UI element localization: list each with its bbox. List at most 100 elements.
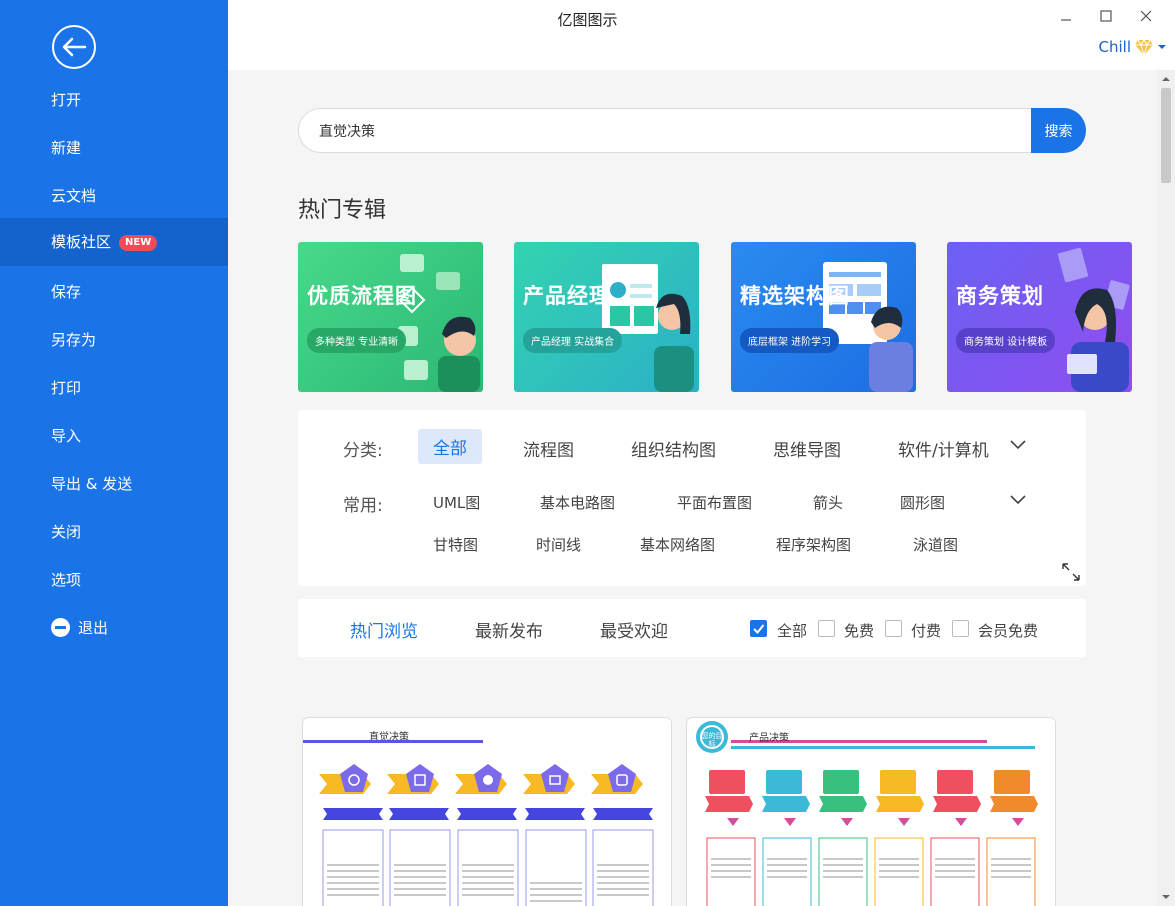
filter-vip-free-label: 会员免费 bbox=[978, 622, 1039, 640]
filter-all-checkbox[interactable] bbox=[750, 620, 767, 637]
banner-product-manager[interactable]: 产品经理 产品经理 实战集合 bbox=[514, 242, 699, 392]
sidebar-item-print[interactable]: 打印 bbox=[0, 364, 228, 412]
common-timeline[interactable]: 时间线 bbox=[536, 534, 581, 555]
sidebar-item-label: 导出 & 发送 bbox=[51, 475, 133, 493]
minimize-icon bbox=[1061, 19, 1071, 21]
sidebar-item-label: 云文档 bbox=[51, 187, 97, 205]
common-gantt[interactable]: 甘特图 bbox=[433, 534, 478, 555]
banner-business-planning[interactable]: 商务策划 商务策划 设计模板 bbox=[947, 242, 1132, 392]
expand-icon[interactable] bbox=[1061, 562, 1081, 582]
banner-subtitle: 商务策划 设计模板 bbox=[956, 328, 1056, 353]
banner-title: 产品经理 bbox=[523, 284, 611, 308]
username: Chill bbox=[1098, 38, 1131, 56]
minus-circle-icon bbox=[51, 618, 70, 637]
common-program-architecture[interactable]: 程序架构图 bbox=[776, 534, 851, 555]
sidebar-item-template-community[interactable]: 模板社区 NEW bbox=[0, 218, 228, 266]
hot-albums-title: 热门专辑 bbox=[298, 198, 387, 223]
vertical-scrollbar[interactable] bbox=[1157, 70, 1175, 906]
caret-down-icon bbox=[1158, 45, 1166, 49]
chevron-down-icon[interactable] bbox=[1009, 494, 1027, 506]
card-badge: 您的目标 bbox=[701, 732, 723, 748]
title-bar: 亿图图示 Chill bbox=[228, 0, 1175, 70]
card-title: 产品决策 bbox=[749, 733, 789, 744]
diamond-vip-icon bbox=[1135, 39, 1153, 56]
banner-title: 商务策划 bbox=[956, 284, 1044, 308]
category-flowchart[interactable]: 流程图 bbox=[523, 436, 574, 461]
flowchart-illustration bbox=[398, 254, 480, 392]
category-label: 分类: bbox=[343, 441, 383, 461]
banner-flowchart[interactable]: 优质流程图 多种类型 专业清晰 bbox=[298, 242, 483, 392]
category-software[interactable]: 软件/计算机 bbox=[898, 436, 989, 461]
common-arrow[interactable]: 箭头 bbox=[813, 492, 843, 513]
arrow-left-icon bbox=[62, 37, 87, 57]
filter-paid-checkbox[interactable] bbox=[885, 620, 902, 637]
common-circle-chart[interactable]: 圆形图 bbox=[900, 492, 945, 513]
sort-tab-panel: 热门浏览 最新发布 最受欢迎 全部 免费 付费 会员免费 bbox=[298, 599, 1086, 657]
sidebar-item-save-as[interactable]: 另存为 bbox=[0, 316, 228, 364]
scroll-up-icon[interactable] bbox=[1157, 72, 1175, 86]
back-button[interactable] bbox=[52, 25, 96, 69]
template-card[interactable]: 您的目标 产品决策 bbox=[686, 717, 1056, 906]
common-floor-plan[interactable]: 平面布置图 bbox=[677, 492, 752, 513]
filter-panel: 分类: 全部 流程图 组织结构图 思维导图 软件/计算机 常用: UML图 基本… bbox=[298, 410, 1086, 586]
banner-subtitle: 产品经理 实战集合 bbox=[523, 328, 623, 353]
scroll-down-icon[interactable] bbox=[1157, 890, 1175, 904]
banner-title: 精选架构图 bbox=[740, 284, 850, 308]
maximize-icon bbox=[1100, 10, 1112, 22]
chevron-down-icon[interactable] bbox=[1009, 439, 1027, 451]
search-box bbox=[298, 108, 1031, 153]
sidebar-item-label: 导入 bbox=[51, 427, 82, 445]
sidebar-item-save[interactable]: 保存 bbox=[0, 268, 228, 316]
sidebar-item-export-send[interactable]: 导出 & 发送 bbox=[0, 460, 228, 508]
sidebar-item-cloud-docs[interactable]: 云文档 bbox=[0, 172, 228, 220]
common-basic-network[interactable]: 基本网络图 bbox=[640, 534, 715, 555]
filter-vip-free-checkbox[interactable] bbox=[952, 620, 969, 637]
sidebar-item-label: 新建 bbox=[51, 139, 82, 157]
window-title: 亿图图示 bbox=[557, 11, 618, 29]
common-uml[interactable]: UML图 bbox=[433, 492, 480, 513]
filter-paid-label: 付费 bbox=[911, 622, 942, 640]
tab-most-popular[interactable]: 最受欢迎 bbox=[600, 617, 668, 642]
sidebar-item-exit[interactable]: 退出 bbox=[0, 604, 228, 652]
sidebar-item-label: 关闭 bbox=[51, 523, 82, 541]
new-badge: NEW bbox=[119, 235, 158, 251]
sidebar-item-new[interactable]: 新建 bbox=[0, 124, 228, 172]
sidebar-item-open[interactable]: 打开 bbox=[0, 76, 228, 124]
sidebar-item-close[interactable]: 关闭 bbox=[0, 508, 228, 556]
checkmark-icon bbox=[753, 624, 765, 634]
tab-hot[interactable]: 热门浏览 bbox=[350, 617, 418, 642]
banner-subtitle: 多种类型 专业清晰 bbox=[307, 328, 407, 353]
sidebar-item-label: 保存 bbox=[51, 283, 82, 301]
template-thumbnail bbox=[696, 721, 1038, 906]
sidebar-item-import[interactable]: 导入 bbox=[0, 412, 228, 460]
template-card[interactable]: 直觉决策 bbox=[302, 717, 672, 906]
category-mind-map[interactable]: 思维导图 bbox=[773, 436, 841, 461]
common-basic-circuit[interactable]: 基本电路图 bbox=[540, 492, 615, 513]
maximize-button[interactable] bbox=[1091, 4, 1121, 28]
banner-architecture[interactable]: 精选架构图 底层框架 进阶学习 bbox=[731, 242, 916, 392]
filter-all-label: 全部 bbox=[777, 622, 808, 640]
close-button[interactable] bbox=[1131, 4, 1161, 28]
tab-latest[interactable]: 最新发布 bbox=[475, 617, 543, 642]
filter-free-checkbox[interactable] bbox=[818, 620, 835, 637]
search-button[interactable]: 搜索 bbox=[1031, 108, 1086, 153]
product-manager-illustration bbox=[602, 264, 694, 392]
sidebar-item-label: 选项 bbox=[51, 571, 82, 589]
user-menu[interactable]: Chill bbox=[1099, 38, 1167, 56]
sidebar-item-label: 另存为 bbox=[51, 331, 97, 349]
sidebar-item-label: 模板社区 bbox=[51, 233, 112, 251]
sidebar-item-options[interactable]: 选项 bbox=[0, 556, 228, 604]
banner-subtitle: 底层框架 进阶学习 bbox=[740, 328, 840, 353]
main-content: 搜索 热门专辑 优质流程图 多种类型 专业清晰 产品经理 bbox=[228, 70, 1157, 906]
sidebar: 打开 新建 云文档 模板社区 NEW 保存 另存为 打印 导入 导出 & 发送 关… bbox=[0, 0, 228, 906]
category-org-chart[interactable]: 组织结构图 bbox=[631, 436, 716, 461]
close-icon bbox=[1140, 10, 1152, 22]
architecture-illustration bbox=[823, 262, 913, 392]
minimize-button[interactable] bbox=[1051, 4, 1081, 28]
sidebar-item-label: 打开 bbox=[51, 91, 82, 109]
search-input[interactable] bbox=[319, 122, 1031, 139]
scrollbar-thumb[interactable] bbox=[1161, 88, 1171, 183]
category-all[interactable]: 全部 bbox=[418, 429, 482, 464]
common-swimlane[interactable]: 泳道图 bbox=[913, 534, 958, 555]
business-planning-illustration bbox=[1057, 247, 1130, 392]
